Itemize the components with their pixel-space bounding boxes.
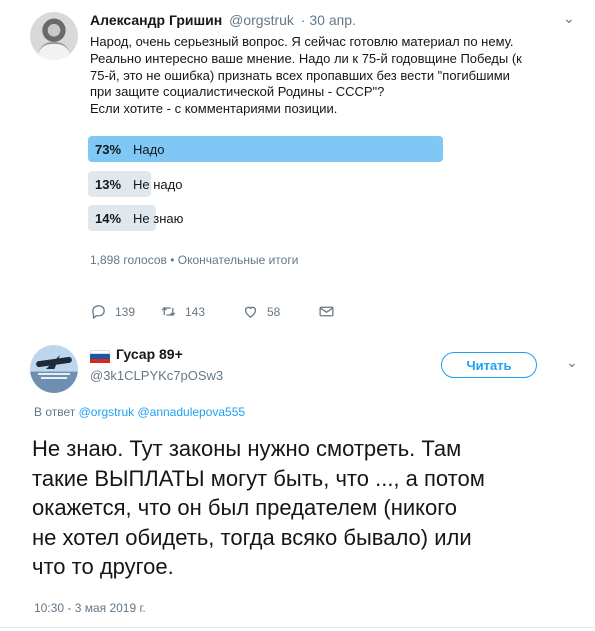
dm-button[interactable] <box>318 303 343 320</box>
author-name[interactable]: Гусар 89+ <box>116 346 183 362</box>
author-avatar[interactable] <box>30 345 78 393</box>
reply-prefix: В ответ <box>34 405 76 419</box>
author-handle[interactable]: @orgstruk <box>229 12 294 28</box>
author-name[interactable]: Александр Гришин <box>90 12 222 28</box>
avatar-figure <box>38 42 70 60</box>
tweet-text: Народ, очень серьезный вопрос. Я сейчас … <box>90 34 560 118</box>
avatar-caption <box>38 373 70 375</box>
retweet-icon <box>161 307 176 316</box>
tweet-text-line: Не знаю. Тут законы нужно смотреть. Там <box>32 436 462 461</box>
reply-context: В ответ @orgstruk @annadulepova555 <box>34 405 245 419</box>
dm-icon <box>319 306 334 317</box>
retweet-button[interactable]: 143 <box>160 303 205 320</box>
tweet-text-line: 75-й, это не ошибка) признать всех пропа… <box>90 67 510 83</box>
like-count: 58 <box>267 304 281 319</box>
tweet-text-line: такие ВЫПЛАТЫ могут быть, что ..., а пот… <box>32 465 485 491</box>
retweet-count: 143 <box>185 304 206 319</box>
tweet-date[interactable]: · 30 апр. <box>301 12 356 28</box>
poll-percent: 73% <box>95 141 122 157</box>
follow-button[interactable]: Читать <box>441 352 537 378</box>
tweet-text-line: при защите социалистической Родины - ССС… <box>90 84 385 100</box>
poll-option: 13% Не надо <box>88 171 443 197</box>
author-avatar[interactable] <box>30 12 78 60</box>
tweet-timestamp[interactable]: 10:30 - 3 мая 2019 г. <box>34 601 146 615</box>
reply-icon <box>92 305 105 320</box>
avatar-caption <box>41 377 67 379</box>
reply-mentions[interactable]: @orgstruk @annadulepova555 <box>79 405 245 419</box>
tweet-text-line: Реально интересно ваше мнение. Надо ли к… <box>90 50 522 66</box>
tweet-text-line: что то другое. <box>32 554 174 579</box>
poll-percent: 14% <box>95 210 122 226</box>
poll-label: Не знаю <box>133 210 184 226</box>
tweet-text-line: окажется, что он был предателем (никого <box>32 495 458 520</box>
tweet-text-line: Если хотите - с комментариями позиции. <box>90 101 338 117</box>
caret-down-icon[interactable]: ⌄ <box>566 354 578 371</box>
author-header[interactable]: Александр Гришин @orgstruk · 30 апр. <box>90 12 356 28</box>
tweet-text: Не знаю. Тут законы нужно смотреть. Там … <box>32 434 572 582</box>
poll-percent: 13% <box>95 176 122 192</box>
poll-meta: 1,898 голосов • Окончательные итоги <box>90 253 299 267</box>
like-button[interactable]: 58 <box>242 303 280 320</box>
russian-flag-icon <box>90 350 110 363</box>
tweet-text-line: не хотел обидеть, тогда всяко бывало) ил… <box>32 524 472 550</box>
author-handle[interactable]: @3k1CLPYKc7pOSw3 <box>90 368 223 383</box>
reply-count: 139 <box>115 304 136 319</box>
poll-option: 14% Не знаю <box>88 205 443 231</box>
poll-option: 73% Надо <box>88 136 443 162</box>
poll-label: Надо <box>133 141 165 157</box>
like-icon <box>244 306 257 318</box>
tweet-text-line: Народ, очень серьезный вопрос. Я сейчас … <box>90 34 514 49</box>
divider <box>0 627 595 628</box>
reply-button[interactable]: 139 <box>90 303 135 320</box>
caret-down-icon[interactable]: ⌄ <box>563 10 575 27</box>
poll-label: Не надо <box>133 176 183 192</box>
